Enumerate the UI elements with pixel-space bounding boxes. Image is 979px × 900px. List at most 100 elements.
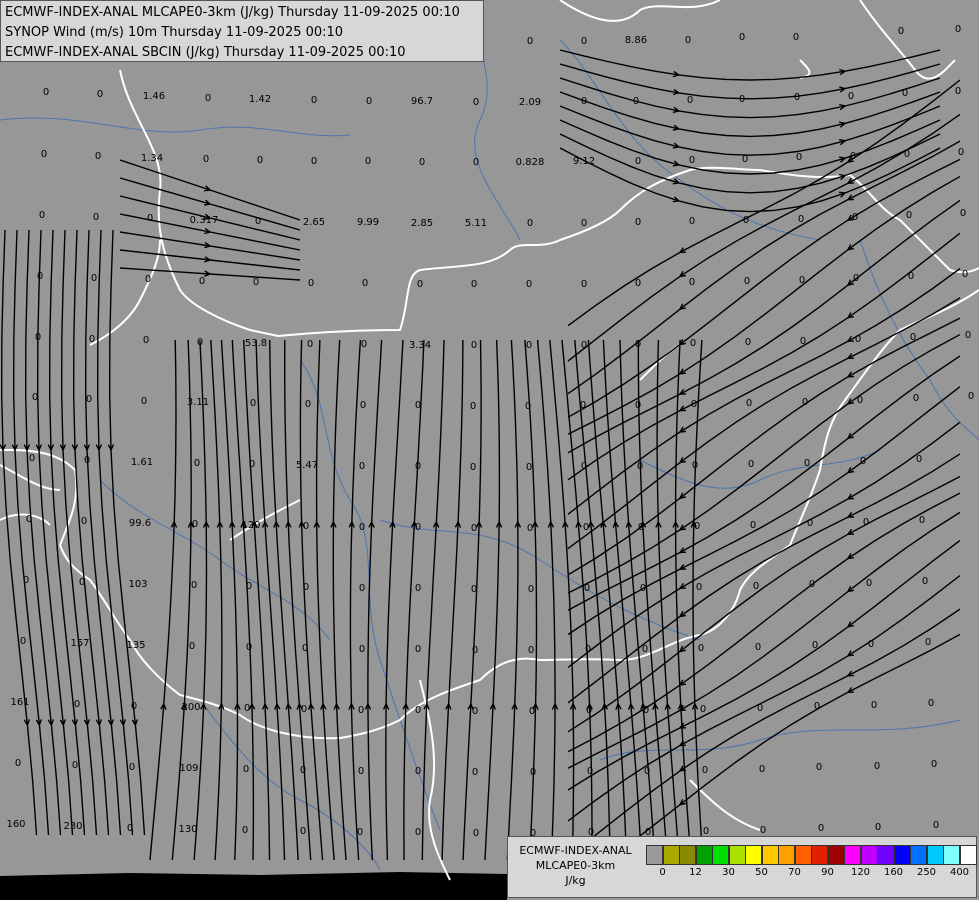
sbcin-value: 0 xyxy=(759,764,765,775)
sbcin-value: 0 xyxy=(72,760,78,771)
sbcin-value: 0 xyxy=(814,701,820,712)
sbcin-value: 109 xyxy=(179,763,198,774)
legend-swatch xyxy=(926,845,944,865)
sbcin-value: 0 xyxy=(529,706,535,717)
sbcin-value: 0 xyxy=(311,95,317,106)
sbcin-value: 0 xyxy=(365,156,371,167)
sbcin-value: 161 xyxy=(10,697,29,708)
sbcin-value: 0 xyxy=(35,332,41,343)
sbcin-value: 0 xyxy=(581,36,587,47)
sbcin-value: 0 xyxy=(908,271,914,282)
legend-swatch xyxy=(959,845,977,865)
sbcin-value: 160 xyxy=(6,819,25,830)
legend-title-line: MLCAPE0-3km xyxy=(535,859,616,872)
sbcin-value: 0 xyxy=(906,210,912,221)
legend-unit: J/kg xyxy=(565,874,586,887)
sbcin-value: 0 xyxy=(26,514,32,525)
sbcin-value: 0 xyxy=(301,704,307,715)
sbcin-value: 0 xyxy=(850,151,856,162)
sbcin-value: 0 xyxy=(640,583,646,594)
sbcin-value: 0 xyxy=(197,337,203,348)
sbcin-value: 0 xyxy=(141,396,147,407)
sbcin-value: 0 xyxy=(742,154,748,165)
legend-tick-label: 30 xyxy=(722,867,735,878)
sbcin-value: 0 xyxy=(581,340,587,351)
sbcin-value: 0 xyxy=(15,758,21,769)
sbcin-value: 0 xyxy=(527,218,533,229)
legend-swatch xyxy=(844,845,861,865)
sbcin-value: 0 xyxy=(305,399,311,410)
legend-swatch xyxy=(811,845,828,865)
sbcin-value: 0 xyxy=(41,149,47,160)
sbcin-value: 0 xyxy=(637,461,643,472)
sbcin-value: 0 xyxy=(809,579,815,590)
sbcin-value: 103 xyxy=(128,579,147,590)
sbcin-value: 3.11 xyxy=(187,397,209,408)
sbcin-value: 0 xyxy=(81,516,87,527)
sbcin-value: 0 xyxy=(86,394,92,405)
sbcin-value: 0 xyxy=(470,401,476,412)
sbcin-value: 0 xyxy=(473,157,479,168)
sbcin-value: 0 xyxy=(147,213,153,224)
sbcin-value: 2.65 xyxy=(303,217,325,228)
sbcin-value: 0 xyxy=(931,759,937,770)
sbcin-value: 0 xyxy=(866,578,872,589)
legend-swatch xyxy=(877,845,894,865)
sbcin-value: 0 xyxy=(37,271,43,282)
weather-map[interactable]: 073.7115008.8600000001.4601.420096.702.0… xyxy=(0,0,979,900)
sbcin-value: 0 xyxy=(635,339,641,350)
sbcin-value: 0 xyxy=(246,581,252,592)
sbcin-value: 2.09 xyxy=(519,97,541,108)
legend-swatch xyxy=(679,845,696,865)
sbcin-value: 1.42 xyxy=(249,94,271,105)
sbcin-value: 0 xyxy=(419,157,425,168)
sbcin-value: 0 xyxy=(635,156,641,167)
color-legend: ECMWF-INDEX-ANAL MLCAPE0-3km J/kg 0 12 30 5… xyxy=(507,836,977,898)
sbcin-value: 0 xyxy=(525,401,531,412)
sbcin-value: 0 xyxy=(638,522,644,533)
sbcin-value: 0 xyxy=(526,279,532,290)
sbcin-value: 0 xyxy=(581,279,587,290)
sbcin-value: 0 xyxy=(743,215,749,226)
sbcin-value: 0 xyxy=(95,151,101,162)
sbcin-value: 0 xyxy=(635,278,641,289)
sbcin-value: 0 xyxy=(362,278,368,289)
sbcin-value: 0 xyxy=(472,767,478,778)
sbcin-value: 0 xyxy=(43,87,49,98)
sbcin-value: 0 xyxy=(958,147,964,158)
sbcin-value: 0 xyxy=(760,825,766,836)
sbcin-value: 0 xyxy=(192,519,198,530)
sbcin-value: 0 xyxy=(904,149,910,160)
map-header: ECMWF-INDEX-ANAL MLCAPE0-3km (J/kg) Thur… xyxy=(0,0,484,62)
sbcin-value: 0 xyxy=(242,825,248,836)
sbcin-value: 0 xyxy=(584,583,590,594)
sbcin-value: 0 xyxy=(687,95,693,106)
sbcin-value: 0 xyxy=(300,826,306,837)
sbcin-value: 0 xyxy=(203,154,209,165)
sbcin-value: 0 xyxy=(857,395,863,406)
sbcin-value: 0 xyxy=(802,397,808,408)
sbcin-value: 0 xyxy=(855,334,861,345)
legend-swatch xyxy=(827,845,845,865)
legend-swatch xyxy=(860,845,878,865)
sbcin-value: 0 xyxy=(755,642,761,653)
legend-swatch xyxy=(893,845,911,865)
sbcin-value: 0 xyxy=(874,761,880,772)
sbcin-value: 0.317 xyxy=(190,215,219,226)
sbcin-value: 0 xyxy=(526,340,532,351)
sbcin-value: 0 xyxy=(29,453,35,464)
sbcin-value: 0 xyxy=(527,523,533,534)
sbcin-value: 0 xyxy=(358,705,364,716)
sbcin-value: 0 xyxy=(127,823,133,834)
sbcin-value: 0 xyxy=(875,822,881,833)
sbcin-value: 0 xyxy=(804,458,810,469)
sbcin-value: 0 xyxy=(358,766,364,777)
legend-swatch xyxy=(910,845,927,865)
sbcin-value: 0 xyxy=(300,765,306,776)
sbcin-value: 0 xyxy=(528,645,534,656)
sbcin-value: 5.47 xyxy=(296,460,318,471)
sbcin-value: 0 xyxy=(860,456,866,467)
sbcin-value: 1.34 xyxy=(141,153,163,164)
sbcin-value: 0 xyxy=(527,36,533,47)
sbcin-value: 0 xyxy=(913,393,919,404)
